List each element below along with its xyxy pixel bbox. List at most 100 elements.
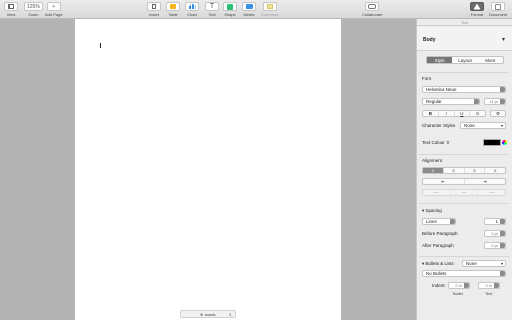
add-page-label: Add Page [45,12,63,17]
word-count-value: 0 [200,311,203,317]
document-button[interactable]: Document [489,2,507,17]
font-size-stepper[interactable] [500,99,505,104]
shape-label: Shape [224,12,236,17]
media-button[interactable]: Media [242,2,256,17]
view-label: View [6,12,16,17]
paragraph-style-selector[interactable]: Body ▾ [417,27,512,51]
after-paragraph-field[interactable]: 0 pt [484,242,506,249]
text-button[interactable]: T Text [205,2,219,17]
updown-chevron-icon [500,87,505,92]
bullets-section-toggle[interactable]: ▾ Bullets & Lists [422,261,454,267]
text-colour-well[interactable] [483,139,501,146]
align-left-button[interactable]: ≡ [423,168,444,173]
spacing-section-toggle[interactable]: ▾ Spacing [422,208,442,214]
before-paragraph-value: 0 pt [491,231,498,236]
text-style-buttons: B I U ⊙ [422,110,486,117]
advanced-options-button[interactable]: ⚙ [490,110,506,117]
alignment-buttons: ≡ ≡ ≡ ≡ [422,167,506,174]
text-colour-label-text: Text Colour [422,140,445,145]
character-styles-select[interactable]: None ▾ [460,122,506,129]
bullets-type-value: None [466,261,477,266]
collaborate-button[interactable]: Collaborate [362,2,382,17]
insert-button[interactable]: Insert [147,2,161,17]
line-spacing-field[interactable]: 1 [484,218,506,225]
bullet-indent-caption: Bullet [453,291,464,296]
bold-button[interactable]: B [423,111,439,116]
align-center-button[interactable]: ≡ [444,168,465,173]
document-icon [495,3,502,10]
align-right-button[interactable]: ≡ [465,168,486,173]
indent-buttons: ⇤ ⇥ [422,178,506,185]
text-indent-value: 0 in [485,283,492,288]
text-indent-stepper[interactable] [494,283,499,288]
document-page[interactable] [75,19,341,320]
align-middle-button[interactable]: — [451,190,479,195]
typeface-select[interactable]: Regular [422,98,480,105]
format-label: Format [470,12,484,17]
view-button[interactable]: View [4,2,18,17]
tab-layout[interactable]: Layout [452,57,477,63]
font-family-select[interactable]: Helvetica Neue [422,86,506,93]
justify-button[interactable]: ≡ [485,168,505,173]
zoom-label: Zoom [28,12,39,17]
tab-more[interactable]: More [478,57,503,63]
comment-label: Comment [261,12,279,17]
font-size-field[interactable]: 11 pt [484,98,506,105]
bullets-type-select[interactable]: None ▾ [462,260,506,267]
format-button[interactable]: Format [470,2,484,17]
strikethrough-button[interactable]: ⊙ [470,111,485,116]
increase-indent-button[interactable]: ⇥ [465,179,506,184]
add-page-button[interactable]: + Add Page [45,2,63,17]
chevron-down-icon: ▾ [501,37,505,43]
bullet-indent-value: 0 in [455,283,462,288]
zoom-value: 125% [24,2,43,11]
list-style-select[interactable]: No Bullets [422,270,506,277]
spacing-section-title: Spacing [425,208,442,213]
inspector-tabs: Style Layout More [426,56,504,64]
table-button[interactable]: Table [166,2,180,17]
paragraph-style-name: Body [423,37,436,43]
updown-chevron-icon [450,219,455,224]
word-count-control[interactable]: 0 words ⇕ [180,310,236,318]
text-indent-caption: Text [485,291,493,296]
before-paragraph-field[interactable]: 0 pt [484,230,506,237]
comment-button[interactable]: Comment [261,2,278,17]
gear-icon: ⚙ [495,111,501,116]
table-label: Table [168,12,178,17]
tab-style[interactable]: Style [427,57,453,63]
text-indent-field[interactable]: 0 in [478,282,500,289]
zoom-dropdown[interactable]: 125% Zoom [24,2,43,17]
colour-wheel-icon[interactable] [502,140,507,145]
align-bottom-button[interactable]: — [478,190,505,195]
line-spacing-mode-select[interactable]: Lines [422,218,456,225]
font-family-value: Helvetica Neue [426,87,457,92]
vertical-alignment-buttons: — — — [422,189,506,196]
toolbar: View 125% Zoom + Add Page Insert Table C… [0,0,512,19]
updown-chevron-icon: ⇕ [446,140,450,145]
italic-button[interactable]: I [439,111,455,116]
after-paragraph-stepper[interactable] [500,243,505,248]
bullet-indent-stepper[interactable] [464,283,469,288]
alignment-section-title: Alignment [422,158,443,163]
chevron-down-icon: ▾ [500,123,503,128]
shape-button[interactable]: Shape [223,2,237,17]
text-colour-label[interactable]: Text Colour ⇕ [422,140,450,146]
line-spacing-stepper[interactable] [500,219,505,224]
underline-button[interactable]: U [455,111,471,116]
align-top-button[interactable]: — [423,190,451,195]
chart-icon [188,4,196,9]
bullet-indent-field[interactable]: 0 in [448,282,470,289]
updown-chevron-icon [474,99,479,104]
before-paragraph-label: Before Paragraph [422,231,458,236]
pages-window: View 125% Zoom + Add Page Insert Table C… [0,0,512,320]
divider [419,154,509,155]
inspector-header: Text [417,19,512,26]
paintbrush-icon [473,3,481,10]
before-paragraph-stepper[interactable] [500,231,505,236]
text-cursor [100,43,101,48]
character-styles-value: None [464,123,475,128]
chart-button[interactable]: Chart [185,2,199,17]
after-paragraph-value: 0 pt [491,243,498,248]
font-section-title: Font [422,76,432,81]
decrease-indent-button[interactable]: ⇤ [423,179,465,184]
